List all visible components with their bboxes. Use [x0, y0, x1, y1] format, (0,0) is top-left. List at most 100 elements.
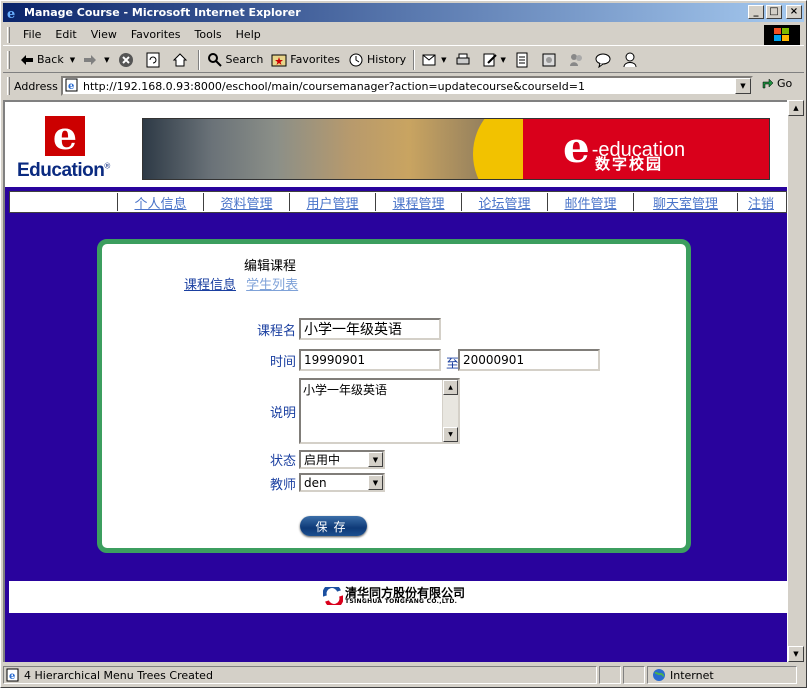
stop-button[interactable] — [114, 49, 141, 71]
nav-mail-management[interactable]: 邮件管理 — [548, 193, 634, 212]
search-button[interactable]: Search — [203, 49, 268, 71]
history-button[interactable]: History — [344, 49, 410, 71]
windows-logo-icon — [764, 25, 800, 45]
forward-arrow-icon — [84, 54, 97, 65]
page-scroll-up-icon[interactable]: ▲ — [788, 100, 804, 116]
description-label: 说明 — [269, 406, 296, 421]
print-button[interactable] — [451, 49, 478, 71]
nav-course-management[interactable]: 课程管理 — [376, 193, 462, 212]
tab-student-list[interactable]: 学生列表 — [246, 278, 298, 293]
address-input[interactable]: e http://192.168.0.93:8000/eschool/main/… — [61, 76, 753, 96]
menu-view[interactable]: View — [84, 28, 124, 41]
edit-dropdown-icon[interactable]: ▼ — [501, 56, 506, 64]
svg-text:e: e — [9, 671, 15, 682]
menu-bar: File Edit View Favorites Tools Help — [3, 24, 804, 46]
status-select[interactable]: 启用中 ▼ — [299, 450, 385, 469]
history-icon — [349, 53, 363, 66]
go-arrow-icon — [762, 78, 774, 89]
edit-course-card: 编辑课程 课程信息 学生列表 课程名 小学一年级英语 时间 19990901 至… — [97, 239, 691, 553]
banner-photo — [143, 119, 523, 179]
status-label: 状态 — [269, 454, 296, 469]
address-bar: Address e http://192.168.0.93:8000/escho… — [3, 74, 804, 98]
page-icon: e — [65, 78, 79, 95]
to-label: 至 — [445, 357, 459, 372]
scroll-down-icon[interactable]: ▼ — [443, 427, 458, 442]
svg-text:e: e — [68, 81, 74, 92]
nav-logout[interactable]: 注销 — [738, 193, 784, 212]
page-status-icon: e — [6, 668, 19, 682]
menu-favorites[interactable]: Favorites — [124, 28, 188, 41]
menu-tools[interactable]: Tools — [188, 28, 229, 41]
messenger-icon — [569, 53, 582, 66]
course-name-input[interactable]: 小学一年级英语 — [299, 318, 441, 340]
page-scrollbar[interactable]: ▲ ▼ — [787, 100, 804, 662]
go-label: Go — [777, 76, 793, 90]
nav-user-management[interactable]: 用户管理 — [290, 193, 376, 212]
logo-text[interactable]: Education® — [17, 160, 110, 182]
menubar-grip — [7, 26, 10, 43]
status-message: 4 Hierarchical Menu Trees Created — [24, 668, 213, 682]
main-nav: 个人信息 资料管理 用户管理 课程管理 论坛管理 邮件管理 聊天室管理 注销 — [9, 191, 787, 213]
nav-chatroom-management[interactable]: 聊天室管理 — [634, 193, 738, 212]
nav-personal-info[interactable]: 个人信息 — [118, 193, 204, 212]
nav-spacer — [10, 193, 118, 211]
end-date-input[interactable]: 20000901 — [458, 349, 600, 371]
status-cell-lock — [623, 666, 645, 684]
nav-forum-management[interactable]: 论坛管理 — [462, 193, 548, 212]
site-header: e Education® e -education 数字校园 — [5, 102, 787, 187]
standard-toolbar: Back ▼ ▼ Search Favorites History ▼ ▼ — [3, 47, 804, 73]
scroll-up-icon[interactable]: ▲ — [443, 380, 458, 395]
search-label: Search — [225, 53, 264, 66]
teacher-select-value: den — [304, 475, 327, 490]
ie-icon: e — [5, 5, 21, 21]
minimize-button[interactable]: _ — [748, 5, 764, 19]
search-icon — [207, 52, 222, 67]
print-icon — [456, 53, 470, 64]
address-dropdown-icon[interactable]: ▼ — [735, 78, 751, 94]
forward-dropdown-icon[interactable]: ▼ — [104, 56, 109, 64]
teacher-label: 教师 — [269, 478, 296, 493]
internet-globe-icon — [653, 669, 665, 681]
close-button[interactable]: × — [786, 5, 802, 19]
refresh-icon — [146, 52, 159, 67]
edit-button[interactable]: ▼ — [478, 49, 510, 71]
start-date-input[interactable]: 19990901 — [299, 349, 441, 371]
chat-button[interactable] — [591, 49, 618, 71]
window-title: Manage Course - Microsoft Internet Explo… — [24, 6, 301, 19]
status-message-cell: e 4 Hierarchical Menu Trees Created — [3, 666, 597, 684]
refresh-button[interactable] — [141, 49, 168, 71]
forward-button[interactable]: ▼ — [79, 49, 113, 71]
home-button[interactable] — [168, 49, 195, 71]
go-button[interactable]: Go — [761, 76, 792, 90]
favorites-button[interactable]: Favorites — [267, 49, 344, 71]
site-footer: 清华同方股份有限公司 TSINGHUA TONGFANG CO.,LTD. — [9, 581, 787, 613]
user-button[interactable] — [618, 49, 645, 71]
maximize-button[interactable]: □ — [766, 5, 782, 19]
description-textarea[interactable]: 小学一年级英语 ▲ ▼ — [299, 378, 460, 444]
nav-resource-management[interactable]: 资料管理 — [204, 193, 290, 212]
menu-help[interactable]: Help — [229, 28, 268, 41]
teacher-select[interactable]: den ▼ — [299, 473, 385, 492]
form-heading: 编辑课程 — [244, 259, 297, 274]
menu-edit[interactable]: Edit — [48, 28, 83, 41]
messenger-button[interactable] — [564, 49, 591, 71]
stop-icon — [118, 52, 133, 67]
logo-text-label: Education — [17, 160, 105, 181]
back-button[interactable]: Back ▼ — [16, 49, 79, 71]
discuss-button[interactable] — [510, 49, 537, 71]
menu-file[interactable]: File — [16, 28, 48, 41]
status-select-value: 启用中 — [304, 453, 341, 467]
logo-mark[interactable]: e — [45, 116, 85, 156]
status-dropdown-icon[interactable]: ▼ — [368, 452, 383, 467]
mail-button[interactable]: ▼ — [418, 49, 450, 71]
teacher-dropdown-icon[interactable]: ▼ — [368, 475, 383, 490]
save-button[interactable]: 保存 — [300, 516, 367, 536]
zone-label: Internet — [670, 668, 714, 682]
browser-window: e Manage Course - Microsoft Internet Exp… — [0, 0, 807, 688]
page-scroll-down-icon[interactable]: ▼ — [788, 646, 804, 662]
research-button[interactable] — [537, 49, 564, 71]
back-dropdown-icon[interactable]: ▼ — [70, 56, 75, 64]
tab-course-info[interactable]: 课程信息 — [184, 278, 236, 293]
description-scrollbar[interactable]: ▲ ▼ — [442, 380, 458, 442]
mail-dropdown-icon[interactable]: ▼ — [441, 56, 446, 64]
